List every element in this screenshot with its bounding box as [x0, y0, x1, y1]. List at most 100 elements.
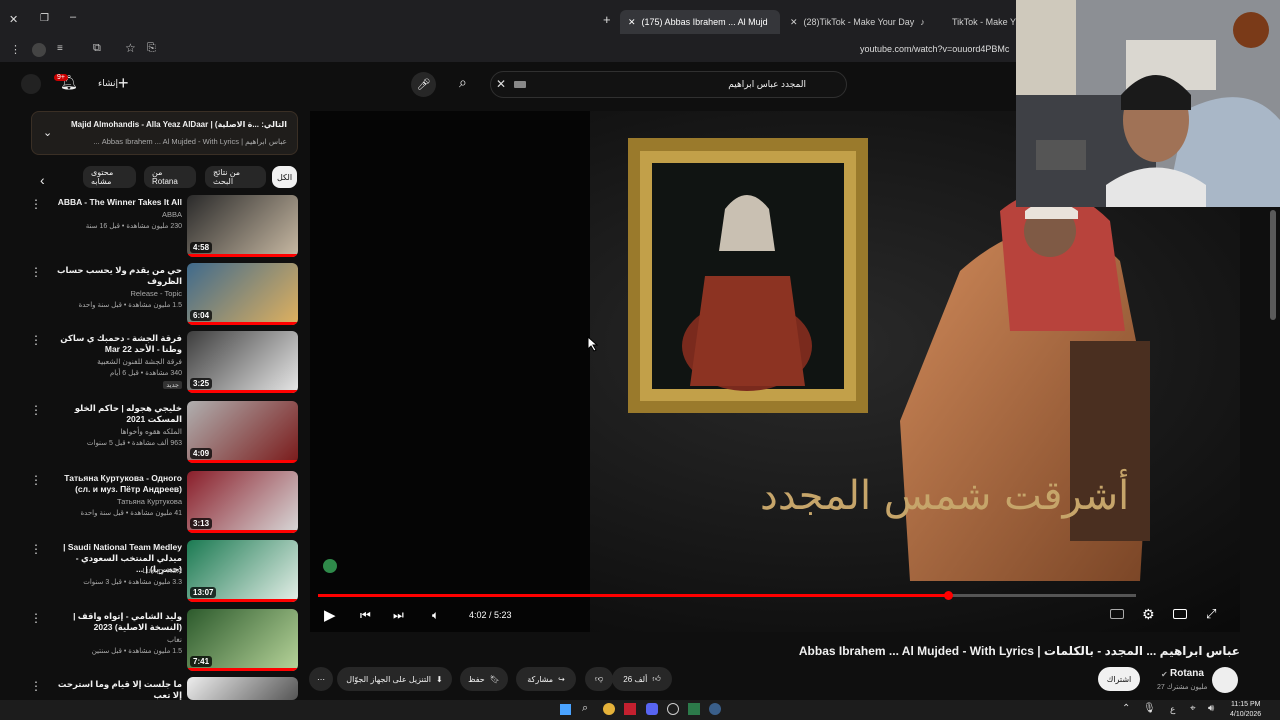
app-icon-a[interactable] [624, 703, 636, 715]
minimize-window-icon[interactable]: – [70, 11, 76, 23]
page-scrollbar[interactable] [1270, 210, 1276, 320]
input-language[interactable]: ع [1170, 704, 1175, 715]
dislike-button[interactable]: 👎︎ [585, 667, 613, 691]
video-thumbnail[interactable]: 13:07 [187, 540, 298, 602]
recommendation-channel[interactable]: ABBA [47, 210, 182, 219]
previous-icon[interactable]: ⏮︎ [360, 608, 371, 623]
bookmark-star-icon[interactable]: ☆ [125, 41, 136, 55]
recommendation-title[interactable]: ABBA - The Winner Takes It All [47, 197, 182, 208]
tray-chevron-up-icon[interactable]: ⌃ [1122, 703, 1130, 714]
chip-all[interactable]: الكل [272, 166, 297, 188]
discord-icon[interactable] [646, 703, 658, 715]
progress-scrubber[interactable] [943, 591, 953, 600]
recommendation-item[interactable]: 4:58 ABBA - The Winner Takes It All ABBA 23… [0, 195, 300, 259]
video-thumbnail[interactable]: 7:41 [187, 609, 298, 671]
clear-search-icon[interactable]: ✕ [496, 77, 506, 91]
steam-icon[interactable] [709, 703, 721, 715]
download-button[interactable]: التنزيل على الجهاز الجوّال ⬇︎ [337, 667, 452, 691]
recommendation-channel[interactable]: فرقة الجشة للفنون الشعبية [47, 357, 182, 366]
search-icon[interactable]: ⌕ [459, 74, 467, 91]
keyboard-icon[interactable] [514, 81, 526, 88]
subtitles-icon[interactable] [1110, 609, 1124, 619]
chip-related[interactable]: محتوى مشابه [83, 166, 136, 188]
next-icon[interactable]: ⏭︎ [393, 608, 404, 623]
tab-close-icon[interactable]: ✕ [628, 17, 636, 28]
restore-window-icon[interactable]: ❐ [40, 13, 49, 24]
extensions-icon[interactable]: ⧉ [93, 42, 101, 55]
more-vertical-icon[interactable]: ⋮ [30, 403, 42, 417]
chrome-icon[interactable] [603, 703, 615, 715]
recommendation-item[interactable]: 4:09 خليجي هجوله | حاكم الخلو المسكت 2021… [0, 401, 300, 465]
network-icon[interactable]: ⌖ [1190, 703, 1196, 714]
create-plus-icon[interactable]: + [118, 73, 129, 94]
chip-search-results[interactable]: من نتائج البحث [205, 166, 266, 188]
profile-icon[interactable] [32, 43, 46, 57]
fullscreen-icon[interactable]: ⤢ [1206, 606, 1216, 622]
browser-menu-icon[interactable]: ⋮ [10, 43, 21, 56]
playlist-panel[interactable]: ⌄ التالي: ...ة الاصلية) | Majid Almohand… [31, 111, 298, 155]
more-vertical-icon[interactable]: ⋮ [30, 611, 42, 625]
recommendation-title[interactable]: ما جلست إلا قيام وما استرحت إلا تعب [47, 679, 182, 701]
channel-avatar[interactable] [1212, 667, 1238, 693]
play-icon[interactable]: ▶ [324, 606, 336, 624]
more-vertical-icon[interactable]: ⋮ [30, 333, 42, 347]
recommendation-channel[interactable]: Luxury KSA [47, 566, 182, 575]
recommendation-item[interactable]: 3:25 فرقة الجشة - دحمبك ي ساكن وطنا - الأ… [0, 331, 300, 395]
progress-track[interactable] [318, 591, 1136, 600]
tab-tiktok-1[interactable]: ✕ (28)TikTok - Make Your Day ♪ [782, 10, 942, 34]
more-vertical-icon[interactable]: ⋮ [30, 542, 42, 556]
voice-search-icon[interactable]: 🎤︎ [411, 72, 436, 97]
volume-icon[interactable]: 🔈︎ [432, 608, 439, 623]
more-vertical-icon[interactable]: ⋮ [30, 197, 42, 211]
theater-mode-icon[interactable] [1173, 609, 1187, 619]
create-label[interactable]: إنشاء [98, 78, 118, 89]
tab-close-icon[interactable]: ✕ [790, 17, 798, 28]
recommendation-channel[interactable]: الملكه هقوه وأخواها [47, 427, 182, 436]
more-actions-button[interactable]: ⋯ [309, 667, 333, 691]
clock-date[interactable]: 4/10/2026 [1230, 711, 1261, 718]
save-button[interactable]: حفظ 🔖︎ [460, 667, 508, 691]
tab-youtube[interactable]: ✕ (175) Abbas Ibrahem ... Al Mujd [620, 10, 780, 34]
search-box[interactable]: ✕ المجدد عباس ابراهيم [490, 71, 847, 98]
tab-tiktok-2[interactable]: TikTok - Make Y [944, 10, 1016, 34]
share-button[interactable]: مشاركة ↪ [516, 667, 576, 691]
like-button[interactable]: 26 ألف 👍︎ [612, 667, 672, 691]
more-vertical-icon[interactable]: ⋮ [30, 679, 42, 693]
recommendation-channel[interactable]: Татьяна Куртукова [47, 497, 182, 506]
video-thumbnail[interactable]: 3:13 [187, 471, 298, 533]
new-tab-icon[interactable]: + [603, 12, 611, 27]
screenshot-icon[interactable]: ⎘ [147, 42, 156, 55]
start-windows-icon[interactable] [560, 704, 571, 715]
terminal-icon[interactable] [688, 703, 700, 715]
taskbar-search-icon[interactable]: ⌕ [582, 702, 588, 715]
recommendation-title[interactable]: فرقة الجشة - دحمبك ي ساكن وطنا - الأحد 2… [47, 333, 182, 355]
chevron-left-icon[interactable]: ‹ [40, 172, 45, 188]
recommendation-item[interactable]: 13:07 Saudi National Team Medley | ميدلي … [0, 540, 300, 604]
chevron-down-icon[interactable]: ⌄ [43, 126, 52, 139]
video-thumbnail[interactable] [187, 677, 298, 700]
recommendation-item[interactable]: ما جلست إلا قيام وما استرحت إلا تعب ⋮ [0, 677, 300, 700]
url-field[interactable]: youtube.com/watch?v=ouuord4PBMc [860, 44, 1016, 54]
recommendation-title[interactable]: خليجي هجوله | حاكم الخلو المسكت 2021 [47, 403, 182, 425]
avatar[interactable] [21, 74, 41, 94]
mic-tray-icon[interactable]: 🎙︎ [1143, 703, 1156, 714]
recommendation-channel[interactable]: نغاب [47, 635, 182, 644]
speaker-icon[interactable]: 🔊︎ [1208, 703, 1214, 714]
more-vertical-icon[interactable]: ⋮ [30, 473, 42, 487]
search-input[interactable]: المجدد عباس ابراهيم [728, 79, 806, 90]
video-thumbnail[interactable]: 6:04 [187, 263, 298, 325]
video-thumbnail[interactable]: 4:58 [187, 195, 298, 257]
recommendation-item[interactable]: 7:41 وليد الشامي - إتواه واقف | (النسخة ا… [0, 609, 300, 673]
recommendation-title[interactable]: حي من يقدم ولا يحسب حساب الظروف [47, 265, 182, 287]
recommendation-channel[interactable]: Release - Topic [47, 289, 182, 298]
recommendation-title[interactable]: وليد الشامي - إتواه واقف | (النسخة الاصل… [47, 611, 182, 633]
recommendation-title[interactable]: Татьяна Куртукова - Одного (сл. и муз. П… [47, 473, 182, 495]
more-vertical-icon[interactable]: ⋮ [30, 265, 42, 279]
channel-name[interactable]: Rotana [1170, 668, 1204, 679]
recommendation-item[interactable]: 6:04 حي من يقدم ولا يحسب حساب الظروف Relea… [0, 263, 300, 327]
video-thumbnail[interactable]: 3:25 [187, 331, 298, 393]
video-thumbnail[interactable]: 4:09 [187, 401, 298, 463]
settings-gear-icon[interactable]: ⚙︎ [1142, 606, 1155, 623]
recommendation-item[interactable]: 3:13 Татьяна Куртукова - Одного (сл. и му… [0, 471, 300, 535]
chip-rotana[interactable]: من Rotana [144, 166, 196, 188]
